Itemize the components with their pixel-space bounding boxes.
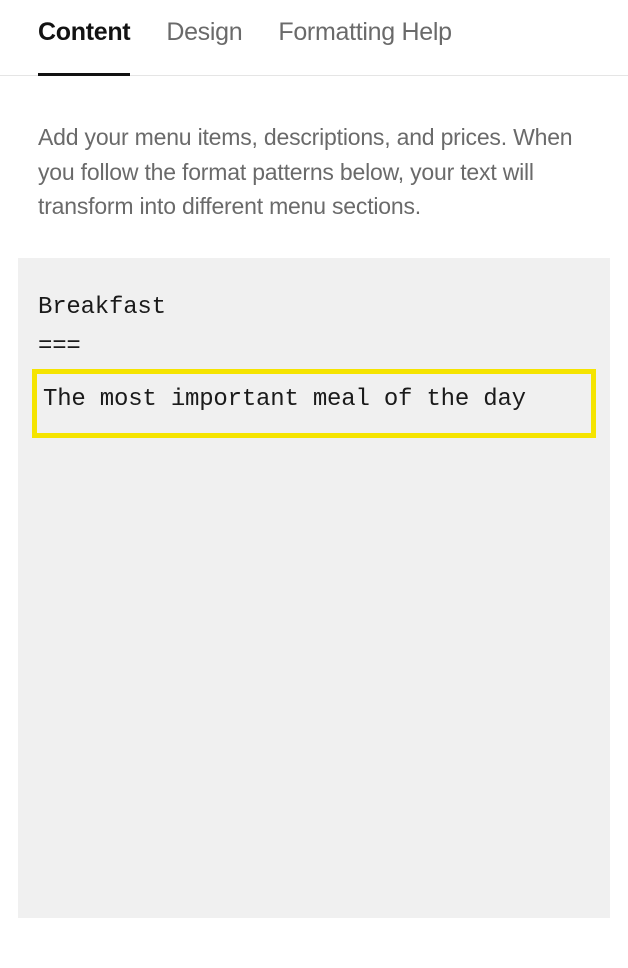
editor-content: Breakfast === The most important meal of… [38,288,590,439]
editor-line-title: Breakfast [38,288,590,328]
editor-line-description: The most important meal of the day [43,380,585,420]
instructions-text: Add your menu items, descriptions, and p… [0,76,628,254]
tab-design[interactable]: Design [166,18,242,75]
tab-bar: Content Design Formatting Help [0,0,628,76]
content-editor[interactable]: Breakfast === The most important meal of… [18,258,610,918]
tab-formatting-help[interactable]: Formatting Help [278,18,451,75]
highlight-annotation: The most important meal of the day [32,369,596,439]
editor-line-separator: === [38,327,590,367]
tab-content[interactable]: Content [38,18,130,75]
